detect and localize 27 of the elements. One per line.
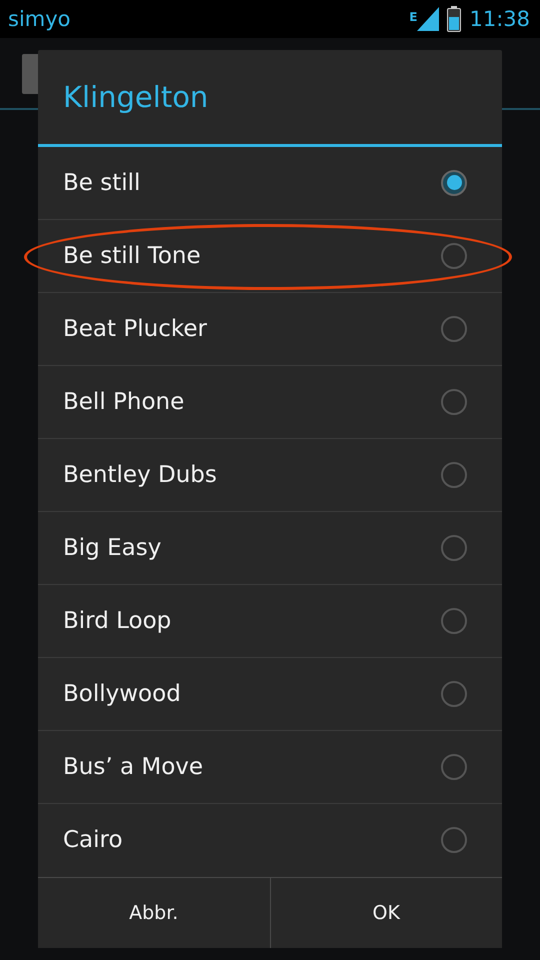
radio-button[interactable] <box>441 827 467 854</box>
radio-button[interactable] <box>441 170 467 196</box>
ringtone-item[interactable]: Bell Phone <box>38 366 502 439</box>
signal-icon <box>417 7 440 31</box>
dialog-title: Klingelton <box>38 50 502 147</box>
radio-button[interactable] <box>441 316 467 342</box>
ringtone-item[interactable]: Cairo <box>38 804 502 877</box>
clock: 11:38 <box>469 7 530 31</box>
radio-button[interactable] <box>441 462 467 488</box>
radio-button[interactable] <box>441 242 467 269</box>
radio-button[interactable] <box>441 388 467 415</box>
radio-button[interactable] <box>441 754 467 780</box>
ringtone-item[interactable]: Bus’ a Move <box>38 730 502 804</box>
ringtone-item[interactable]: Be still <box>38 146 502 220</box>
ok-button[interactable]: OK <box>270 878 502 948</box>
carrier-name: simyo <box>8 7 72 31</box>
radio-button[interactable] <box>441 534 467 561</box>
radio-button[interactable] <box>441 608 467 634</box>
ringtone-item[interactable]: Beat Plucker <box>38 292 502 366</box>
ringtone-item[interactable]: Bentley Dubs <box>38 438 502 512</box>
ringtone-item[interactable]: Bird Loop <box>38 584 502 658</box>
ringtone-item[interactable]: Be still Tone <box>38 220 502 293</box>
battery-icon <box>447 6 462 32</box>
network-type: E <box>409 10 418 24</box>
radio-button[interactable] <box>441 680 467 707</box>
ringtone-item[interactable]: Big Easy <box>38 512 502 585</box>
ringtone-item[interactable]: Bollywood <box>38 658 502 731</box>
